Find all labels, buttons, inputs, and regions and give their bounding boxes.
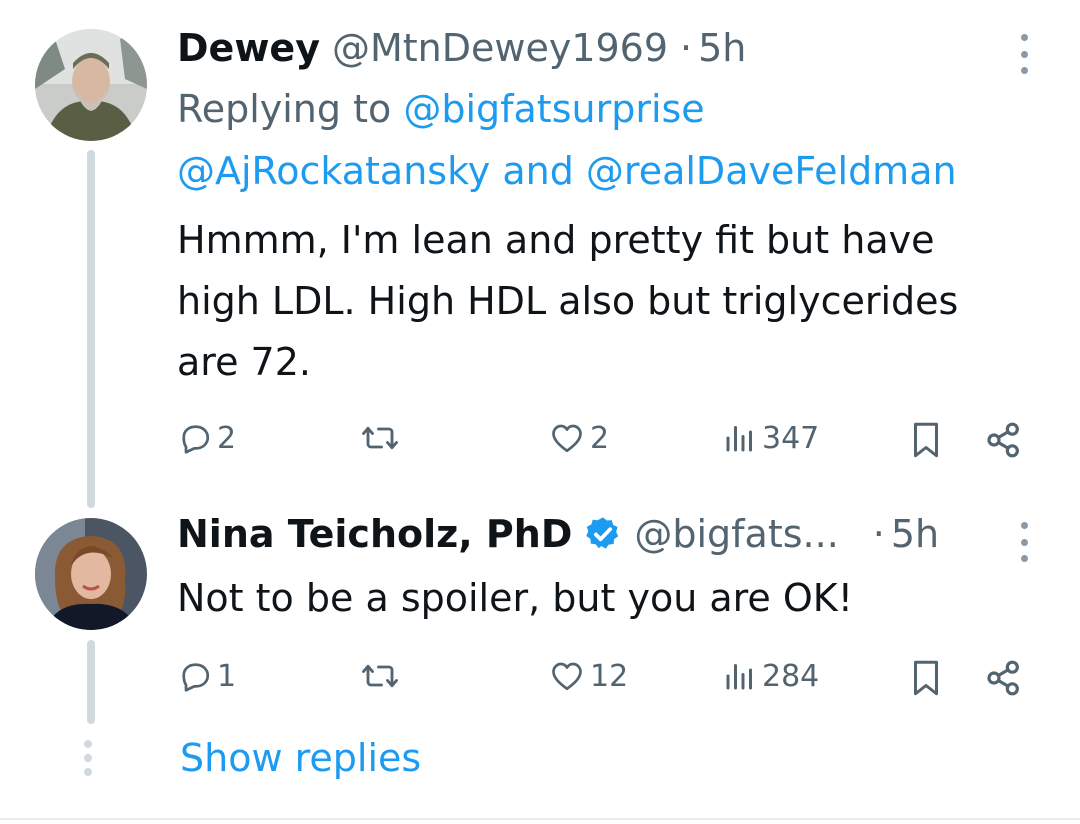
verified-badge-icon — [586, 517, 619, 549]
tweet-text-line: are 72. — [177, 340, 311, 384]
replying-prefix: Replying to — [177, 87, 392, 131]
replying-to: Replying to @bigfatsurprise — [177, 79, 705, 140]
author-handle[interactable]: @bigfats... — [634, 512, 838, 556]
more-icon[interactable] — [1013, 34, 1035, 74]
avatar-dewey[interactable] — [35, 29, 147, 141]
reply-icon — [182, 425, 210, 454]
reply-count: 1 — [217, 658, 237, 694]
mention-link[interactable]: @bigfatsurprise — [403, 87, 704, 131]
retweet-button[interactable] — [360, 658, 400, 694]
and-word: and — [502, 149, 574, 193]
retweet-button[interactable] — [360, 420, 400, 456]
reply-count: 2 — [217, 420, 237, 456]
separator-dot: · — [872, 512, 885, 556]
like-button[interactable]: 12 — [548, 658, 628, 694]
bookmark-icon — [914, 422, 938, 458]
more-icon[interactable] — [1013, 522, 1035, 562]
like-count: 2 — [590, 420, 610, 456]
timestamp[interactable]: 5h — [698, 26, 746, 70]
views-count: 347 — [762, 420, 820, 456]
like-icon — [552, 662, 582, 691]
mention-link[interactable]: @AjRockatansky — [177, 149, 490, 193]
tweet1-header: Dewey @MtnDewey1969 · 5h — [177, 26, 746, 70]
views-count: 284 — [762, 658, 820, 694]
share-icon — [987, 660, 1019, 696]
author-name[interactable]: Nina Teicholz, PhD — [177, 512, 572, 556]
tweet-text: Hmmm, I'm lean and pretty fit but have h… — [177, 210, 958, 393]
thread-dots-icon — [84, 740, 92, 776]
author-name[interactable]: Dewey — [177, 26, 320, 70]
reply-button[interactable]: 2 — [177, 420, 236, 456]
retweet-icon — [362, 664, 398, 688]
tweet-text-line: high LDL. High HDL also but triglyceride… — [177, 279, 959, 323]
like-button[interactable]: 2 — [548, 420, 609, 456]
separator-dot: · — [680, 26, 693, 70]
timestamp[interactable]: 5h — [891, 512, 939, 556]
author-handle[interactable]: @MtnDewey1969 — [332, 26, 668, 70]
tweet-text-line: Hmmm, I'm lean and pretty fit but have — [177, 218, 935, 262]
views-icon — [726, 664, 752, 690]
bookmark-button[interactable] — [908, 420, 944, 464]
share-button[interactable] — [984, 420, 1024, 464]
share-button[interactable] — [984, 658, 1024, 702]
share-icon — [987, 422, 1019, 458]
bookmark-icon — [914, 660, 938, 696]
mention-link[interactable]: @realDaveFeldman — [586, 149, 957, 193]
views-button[interactable]: 347 — [722, 420, 819, 456]
thread-line — [87, 150, 95, 508]
reply-button[interactable]: 1 — [177, 658, 236, 694]
tweet-text: Not to be a spoiler, but you are OK! — [177, 576, 853, 620]
replying-to-line2: @AjRockatansky and @realDaveFeldman — [177, 141, 957, 202]
divider — [0, 818, 1080, 820]
like-icon — [552, 424, 582, 453]
avatar-nina[interactable] — [35, 518, 147, 630]
reply-icon — [182, 663, 210, 692]
views-icon — [726, 426, 752, 452]
tweet2-header: Nina Teicholz, PhD @bigfats... · 5h — [177, 512, 939, 556]
retweet-icon — [362, 426, 398, 450]
show-replies-link[interactable]: Show replies — [180, 728, 421, 789]
views-button[interactable]: 284 — [722, 658, 819, 694]
bookmark-button[interactable] — [908, 658, 944, 702]
like-count: 12 — [590, 658, 629, 694]
thread-line — [87, 640, 95, 724]
